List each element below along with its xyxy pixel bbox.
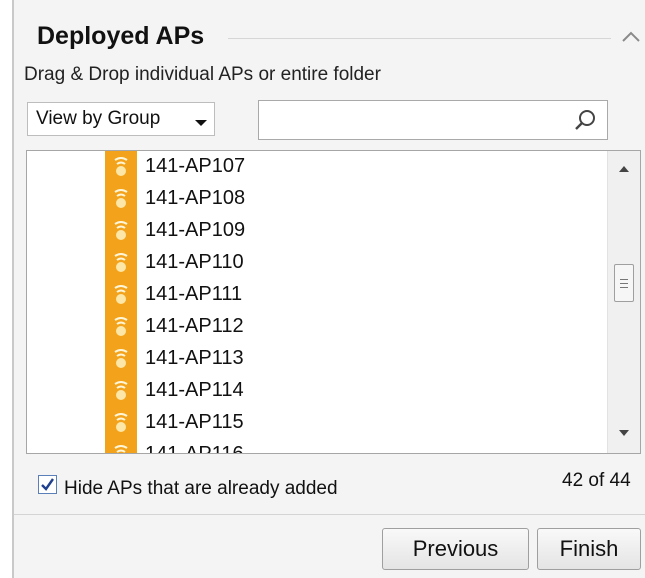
access-point-icon xyxy=(105,247,137,279)
ap-list-item[interactable]: 141-AP107 xyxy=(105,151,585,183)
access-point-icon xyxy=(105,215,137,247)
hide-added-label: Hide APs that are already added xyxy=(64,478,338,499)
access-point-icon xyxy=(105,311,137,343)
ap-name: 141-AP116 xyxy=(145,443,244,454)
finish-button[interactable]: Finish xyxy=(537,528,641,570)
footer-divider xyxy=(14,514,645,515)
ap-name: 141-AP109 xyxy=(145,219,246,241)
ap-list-item[interactable]: 141-AP115 xyxy=(105,407,585,439)
drag-drop-instructions: Drag & Drop individual APs or entire fol… xyxy=(24,64,381,85)
ap-search-field[interactable] xyxy=(258,100,608,140)
access-point-icon xyxy=(105,279,137,311)
chevron-up-icon[interactable] xyxy=(620,26,642,48)
ap-name: 141-AP108 xyxy=(145,187,246,209)
ap-count: 42 of 44 xyxy=(562,470,631,491)
ap-name: 141-AP110 xyxy=(145,251,244,273)
ap-name: 141-AP113 xyxy=(145,347,244,369)
access-point-icon xyxy=(105,439,137,453)
checkmark-icon xyxy=(41,478,54,491)
access-point-icon xyxy=(105,151,137,183)
ap-name: 141-AP107 xyxy=(145,155,246,177)
access-point-icon xyxy=(105,375,137,407)
view-by-select-value: View by Group xyxy=(36,108,161,129)
ap-name: 141-AP115 xyxy=(145,411,244,433)
access-point-icon xyxy=(105,343,137,375)
ap-list-item[interactable]: 141-AP109 xyxy=(105,215,585,247)
caret-down-icon xyxy=(195,120,207,126)
scrollbar-thumb[interactable] xyxy=(614,264,634,302)
title-divider xyxy=(228,38,611,39)
scroll-down-arrow-icon[interactable] xyxy=(618,429,630,437)
ap-list-item[interactable]: 141-AP113 xyxy=(105,343,585,375)
hide-added-checkbox[interactable] xyxy=(38,475,57,494)
ap-list-item[interactable]: 141-AP114 xyxy=(105,375,585,407)
ap-list-scrollbar[interactable] xyxy=(607,151,640,453)
ap-list[interactable]: 141-AP107 141-AP108 141-AP109 141-AP110 141-… xyxy=(26,150,641,454)
ap-list-item[interactable]: 141-AP111 xyxy=(105,279,585,311)
previous-button[interactable]: Previous xyxy=(382,528,529,570)
ap-list-item[interactable]: 141-AP108 xyxy=(105,183,585,215)
search-icon[interactable] xyxy=(573,108,597,132)
ap-name: 141-AP114 xyxy=(145,379,244,401)
ap-list-item[interactable]: 141-AP112 xyxy=(105,311,585,343)
ap-name: 141-AP112 xyxy=(145,315,244,337)
access-point-icon xyxy=(105,407,137,439)
ap-list-item[interactable]: 141-AP110 xyxy=(105,247,585,279)
ap-name: 141-AP111 xyxy=(145,283,243,305)
ap-search-input[interactable] xyxy=(263,105,562,137)
scroll-up-arrow-icon[interactable] xyxy=(618,165,630,173)
section-title: Deployed APs xyxy=(37,22,205,50)
access-point-icon xyxy=(105,183,137,215)
view-by-select[interactable]: View by Group xyxy=(27,102,215,136)
ap-list-item[interactable]: 141-AP116 xyxy=(105,439,585,454)
